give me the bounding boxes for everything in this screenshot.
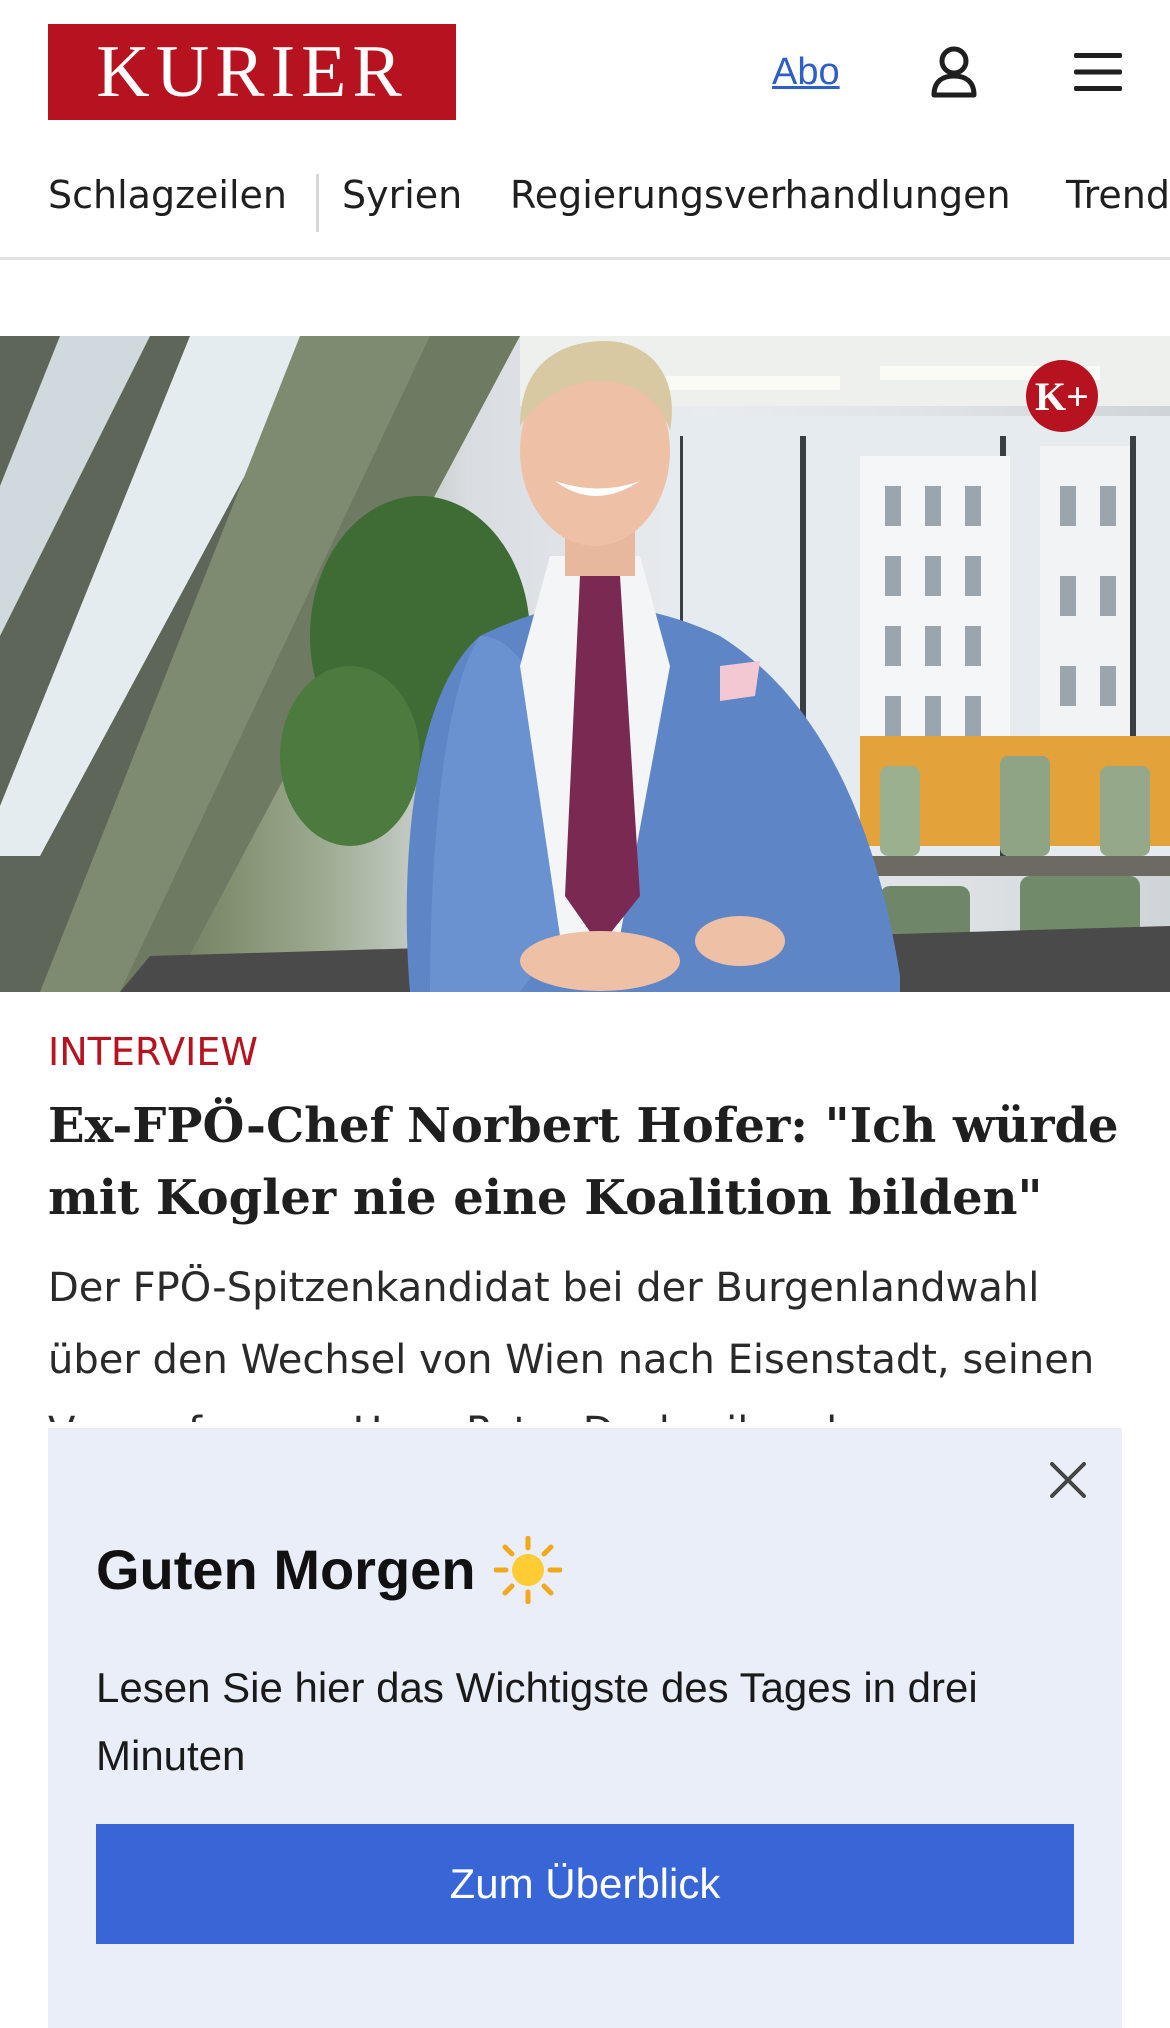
- user-icon[interactable]: [922, 40, 986, 104]
- zum-ueberblick-button[interactable]: Zum Überblick: [96, 1824, 1074, 1944]
- kurier-logo[interactable]: KURIER: [48, 24, 456, 120]
- sun-icon: [493, 1535, 563, 1605]
- popup-title: Guten Morgen: [96, 1534, 563, 1606]
- nav-item-schlagzeilen[interactable]: Schlagzeilen: [48, 172, 287, 218]
- site-header: KURIER Abo: [0, 0, 1170, 144]
- popup-description: Lesen Sie hier das Wichtigste des Tages …: [96, 1664, 978, 1779]
- article-teaser: Der FPÖ-Spitzenkandidat bei der Burgenla…: [48, 1265, 1095, 1422]
- kplus-premium-badge: K+: [1026, 360, 1098, 432]
- close-icon[interactable]: [1046, 1458, 1090, 1502]
- nav-item-trend[interactable]: Trend: [1066, 172, 1170, 218]
- article-hero-image[interactable]: [0, 336, 1170, 992]
- nav-divider: [316, 174, 319, 232]
- topic-navigation: Schlagzeilen Syrien Regierungsverhandlun…: [0, 160, 1170, 260]
- nav-item-syrien[interactable]: Syrien: [342, 172, 462, 218]
- hamburger-menu-icon[interactable]: [1066, 40, 1130, 104]
- nav-item-regierungsverhandlungen[interactable]: Regierungsverhandlungen: [510, 172, 1011, 218]
- logo-text: KURIER: [96, 31, 408, 113]
- article-headline[interactable]: Ex-FPÖ-Chef Norbert Hofer: "Ich würde mi…: [48, 1090, 1128, 1234]
- abo-link[interactable]: Abo: [772, 48, 840, 96]
- article-kicker: INTERVIEW: [48, 1030, 258, 1074]
- popup-title-text: Guten Morgen: [96, 1538, 476, 1601]
